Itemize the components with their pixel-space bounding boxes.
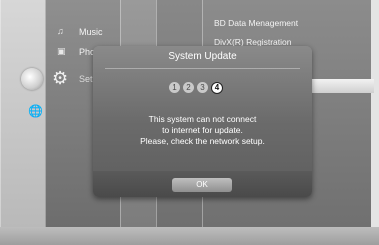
- dialog-title: System Update: [168, 51, 237, 62]
- music-icon: ♫: [57, 26, 64, 36]
- message-line: Please, check the network setup.: [140, 136, 265, 146]
- step-4-active: 4: [211, 82, 223, 94]
- message-line: to internet for update.: [162, 125, 243, 135]
- menu-item-setup[interactable]: Set: [79, 74, 93, 84]
- tv-screen: 🌐 ♫ Music ▣ Pho ⚙ Set BD Data Menagement…: [0, 0, 379, 245]
- disc-icon[interactable]: [21, 68, 43, 90]
- step-indicator: 1 2 3 4: [169, 82, 223, 94]
- dialog-divider: [105, 68, 300, 69]
- screen-bezel-right: [371, 0, 379, 245]
- step-2: 2: [183, 82, 194, 93]
- message-line: This system can not connect: [148, 114, 257, 124]
- photo-icon: ▣: [57, 46, 66, 56]
- menu-item-music[interactable]: Music: [79, 27, 103, 37]
- settings-item-bd-data[interactable]: BD Data Menagement: [214, 18, 298, 28]
- system-update-dialog: System Update 1 2 3 4 This system can no…: [93, 46, 312, 197]
- dialog-message: This system can not connect to internet …: [93, 114, 312, 147]
- step-3: 3: [197, 82, 208, 93]
- gear-icon: ⚙: [52, 68, 69, 88]
- step-1: 1: [169, 82, 180, 93]
- screen-bezel-bottom: [0, 227, 379, 245]
- ok-button[interactable]: OK: [172, 178, 232, 192]
- globe-icon[interactable]: 🌐: [28, 104, 43, 118]
